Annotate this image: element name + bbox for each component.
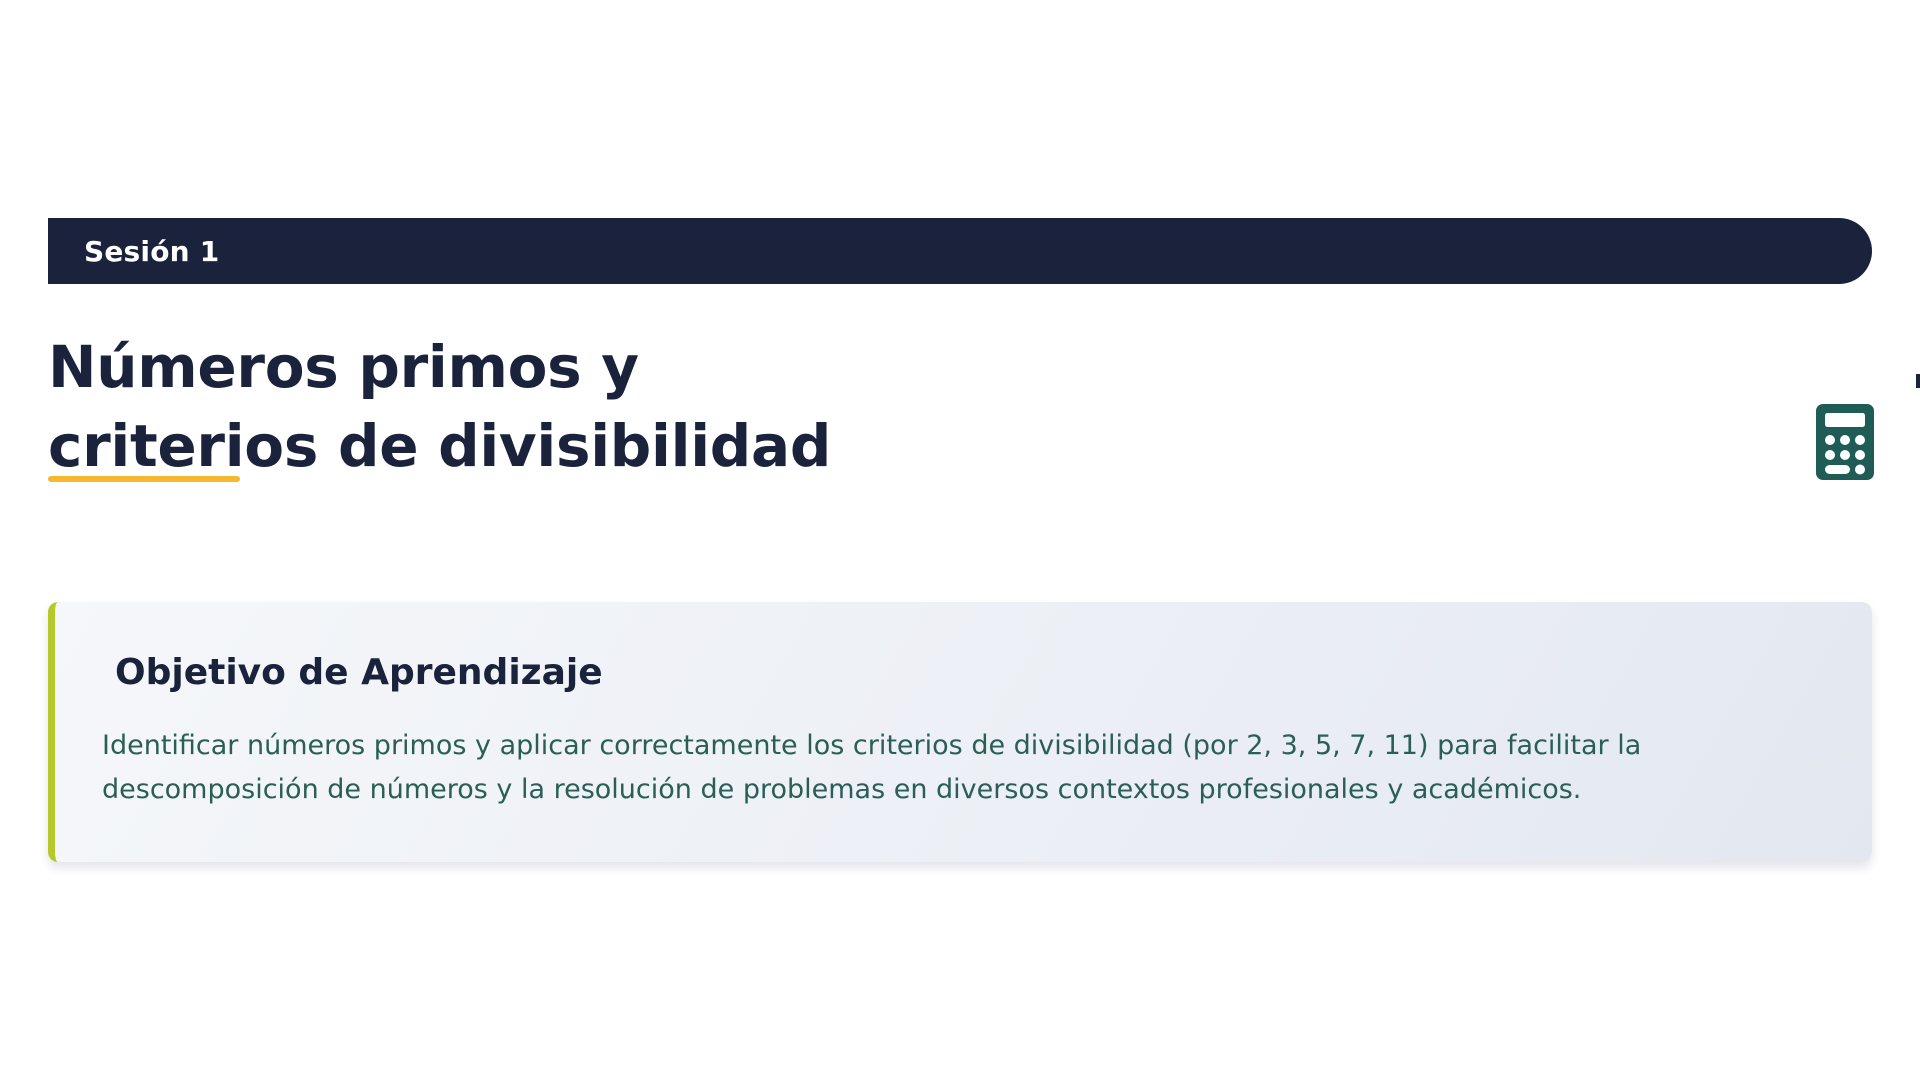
- session-banner: Sesión 1: [48, 218, 1872, 284]
- objective-text: Identificar números primos y aplicar cor…: [102, 730, 1642, 805]
- session-label: Sesión 1: [84, 234, 220, 268]
- title-line-1: Números primos y: [48, 333, 639, 401]
- objective-heading: Objetivo de Aprendizaje: [115, 652, 603, 693]
- title-line-2: criterios de divisibilidad: [48, 412, 832, 480]
- calculator-icon: [1816, 404, 1874, 480]
- objective-card: Objetivo de Aprendizaje Identificar núme…: [48, 602, 1872, 862]
- page-title: Números primos y criterios de divisibili…: [48, 328, 1048, 486]
- title-accent-underline: [48, 476, 240, 482]
- slide: Sesión 1 Números primos y criterios de d…: [0, 0, 1920, 1080]
- edge-marker: [1916, 374, 1920, 388]
